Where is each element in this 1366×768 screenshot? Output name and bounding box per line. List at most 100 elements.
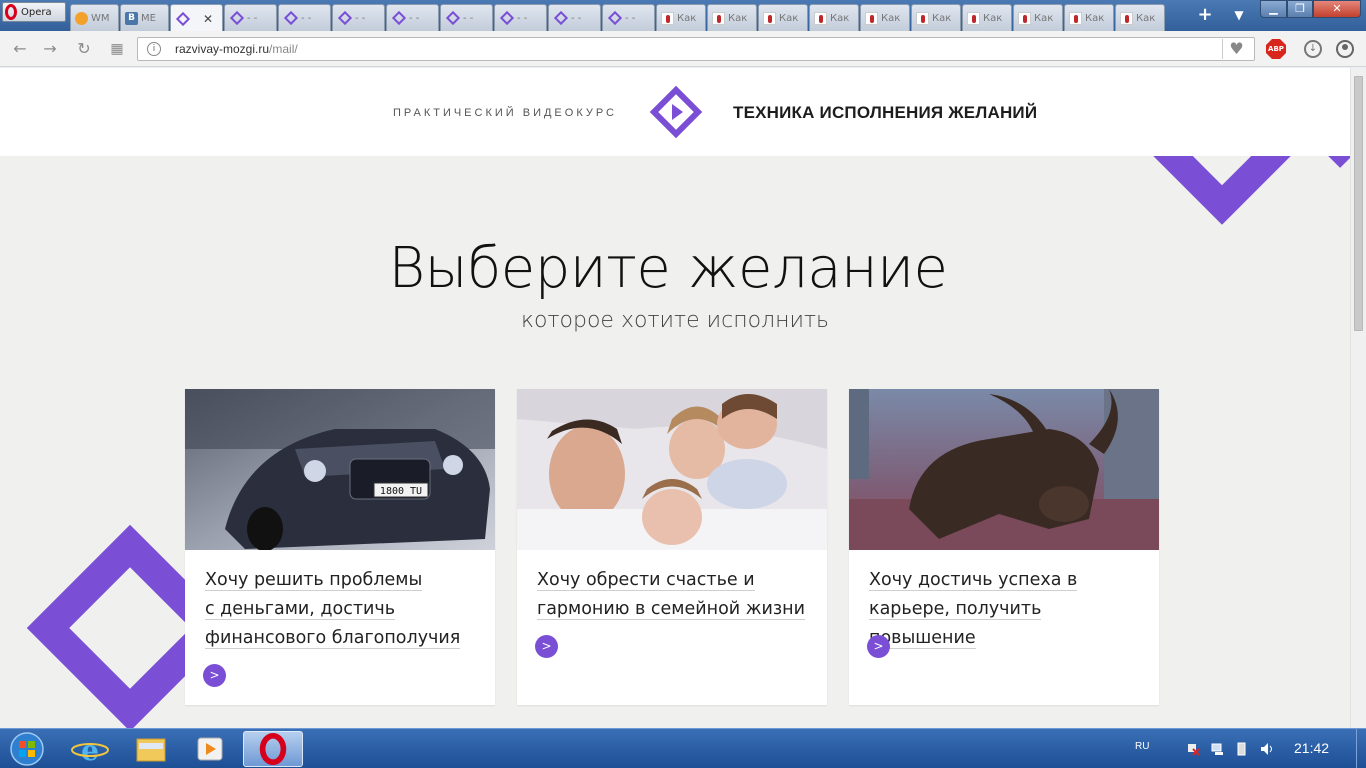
wish-card-career-text[interactable]: Хочу достичь успеха в карьере, получить …: [869, 566, 1149, 653]
browser-tab[interactable]: - -: [386, 4, 439, 31]
volume-speaker-icon[interactable]: [1260, 742, 1274, 756]
wish-card-line-2[interactable]: карьере, получить повышение: [869, 599, 1042, 649]
browser-tab[interactable]: Как: [1115, 4, 1165, 31]
window-maximize-button[interactable]: ❐: [1287, 0, 1313, 18]
keyboard-language-indicator[interactable]: RU: [1135, 741, 1149, 752]
download-icon[interactable]: ↓: [1304, 40, 1322, 58]
browser-tab-label: Как: [830, 12, 850, 24]
wish-card-family[interactable]: Хочу обрести счастье и гармонию в семейн…: [517, 389, 827, 705]
browser-tab-label: - -: [409, 12, 420, 24]
browser-tab[interactable]: Как: [962, 4, 1012, 31]
man-icon: [1018, 11, 1031, 25]
address-bar-url[interactable]: razvivay-mozgi.ru/mail/: [175, 42, 298, 56]
window-close-button[interactable]: ✕: [1313, 0, 1361, 18]
network-icon[interactable]: [1211, 742, 1225, 756]
browser-tab[interactable]: Как: [1013, 4, 1063, 31]
opera-menu-button[interactable]: Opera: [2, 2, 66, 22]
browser-tab-label: - -: [625, 12, 636, 24]
browser-tab[interactable]: Как: [809, 4, 859, 31]
browser-tab[interactable]: - -: [332, 4, 385, 31]
tab-close-icon[interactable]: ✕: [203, 12, 213, 26]
show-desktop-button[interactable]: [1356, 729, 1366, 768]
browser-tab[interactable]: Как: [707, 4, 757, 31]
wish-card-money[interactable]: 1800 TU Хочу решить проблемы с деньгами,…: [185, 389, 495, 705]
card-image-bull[interactable]: [849, 389, 1159, 550]
browser-tab-label: WM: [91, 12, 110, 24]
browser-navigation-bar: ← → ↻ ▦ i razvivay-mozgi.ru/mail/ ♥ ABP …: [0, 31, 1366, 67]
browser-tab[interactable]: - -: [494, 4, 547, 31]
forward-arrow-icon[interactable]: →: [40, 39, 60, 59]
browser-tab[interactable]: Как: [860, 4, 910, 31]
new-tab-button[interactable]: +: [1196, 6, 1214, 24]
wish-card-line-1[interactable]: Хочу достичь успеха в: [869, 570, 1078, 591]
card-image-car[interactable]: 1800 TU: [185, 389, 495, 550]
page-scrollbar[interactable]: [1350, 68, 1366, 728]
wish-card-text-line: Хочу достичь успеха в: [869, 566, 1149, 595]
license-plate-text: 1800 TU: [380, 486, 422, 497]
wish-card-family-text[interactable]: Хочу обрести счастье и гармонию в семейн…: [537, 566, 817, 624]
browser-tab-label: - -: [355, 12, 366, 24]
card-image-family[interactable]: [517, 389, 827, 550]
browser-tab-label: Как: [1136, 12, 1156, 24]
diamond-icon: [283, 10, 299, 26]
browser-tab[interactable]: - -: [440, 4, 493, 31]
site-info-icon[interactable]: i: [147, 42, 161, 56]
wish-card-line-1[interactable]: Хочу обрести счастье и: [537, 570, 755, 591]
diamond-icon: [607, 10, 623, 26]
tab-menu-chevron-icon[interactable]: ▼: [1230, 8, 1248, 22]
browser-tab[interactable]: В МЕ: [120, 4, 169, 31]
action-center-flag-icon[interactable]: [1186, 742, 1200, 756]
wish-card-line-3[interactable]: финансового благополучия: [205, 628, 461, 649]
browser-tab[interactable]: - -: [278, 4, 331, 31]
man-icon: [1120, 11, 1133, 25]
media-player-icon[interactable]: [182, 731, 238, 767]
reload-icon[interactable]: ↻: [74, 39, 94, 59]
wish-card-line-2[interactable]: гармонию в семейной жизни: [537, 599, 805, 620]
browser-tab-label: Как: [1034, 12, 1054, 24]
browser-tab-label: - -: [247, 12, 258, 24]
browser-tab[interactable]: WM: [70, 4, 119, 31]
window-minimize-button[interactable]: ▁: [1260, 0, 1287, 18]
wish-card-money-text[interactable]: Хочу решить проблемы с деньгами, достичь…: [205, 566, 485, 653]
system-clock[interactable]: 21:42: [1294, 740, 1329, 756]
wish-card-line-2[interactable]: с деньгами, достичь: [205, 599, 396, 620]
profile-icon[interactable]: [1336, 40, 1354, 58]
browser-tab[interactable]: - -: [224, 4, 277, 31]
opera-taskbar-icon[interactable]: [243, 731, 303, 767]
windows-start-button[interactable]: [4, 731, 50, 767]
adblock-icon[interactable]: ABP: [1266, 39, 1286, 59]
browser-tab[interactable]: Как: [911, 4, 961, 31]
browser-tab[interactable]: - -: [602, 4, 655, 31]
browser-tab[interactable]: Как: [1064, 4, 1114, 31]
browser-tab[interactable]: - -: [548, 4, 601, 31]
browser-tab-label: МЕ: [141, 12, 156, 24]
back-arrow-icon[interactable]: ←: [10, 39, 30, 59]
browser-tab-label: - -: [517, 12, 528, 24]
stash-heart-icon[interactable]: ♥: [1222, 39, 1250, 59]
wm-icon: [75, 11, 88, 25]
diamond-icon: [229, 10, 245, 26]
chevron-right-icon[interactable]: >: [535, 635, 558, 658]
vk-icon: В: [125, 11, 138, 25]
speed-dial-grid-icon[interactable]: ▦: [107, 39, 127, 59]
safely-remove-hardware-icon[interactable]: [1235, 742, 1249, 756]
play-diamond-logo-icon[interactable]: [650, 86, 702, 138]
svg-text:e: e: [81, 734, 99, 767]
file-explorer-folder-icon[interactable]: [123, 731, 179, 767]
man-icon: [1069, 11, 1082, 25]
browser-tab-label: - -: [571, 12, 582, 24]
opera-menu-label: Opera: [21, 6, 52, 18]
chevron-right-icon[interactable]: >: [867, 635, 890, 658]
wish-card-career[interactable]: Хочу достичь успеха в карьере, получить …: [849, 389, 1159, 705]
browser-tab[interactable]: Как: [758, 4, 808, 31]
diamond-icon: [499, 10, 515, 26]
chevron-right-icon[interactable]: >: [203, 664, 226, 687]
scrollbar-thumb[interactable]: [1354, 76, 1363, 331]
page-title: Выберите желание: [388, 236, 948, 301]
wish-card-text-line: гармонию в семейной жизни: [537, 595, 817, 624]
browser-tab[interactable]: ✕: [170, 4, 223, 32]
browser-tab[interactable]: Как: [656, 4, 706, 31]
wish-card-line-1[interactable]: Хочу решить проблемы: [205, 570, 423, 591]
internet-explorer-icon[interactable]: e: [62, 731, 118, 767]
address-bar[interactable]: i razvivay-mozgi.ru/mail/ ♥: [137, 37, 1255, 61]
